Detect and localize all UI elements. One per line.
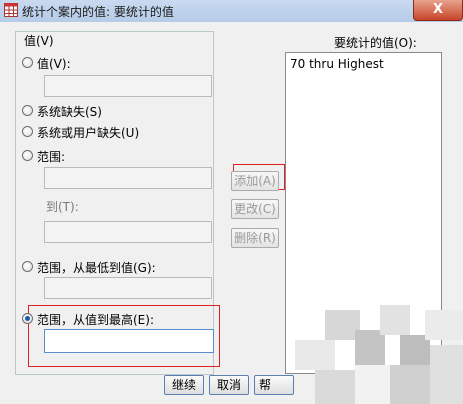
title-bar: 统计个案内的值: 要统计的值 X <box>0 0 463 23</box>
range-to-input[interactable] <box>44 221 212 243</box>
radio-range-lowest-label: 范围，从最低到值(G): <box>37 261 156 275</box>
radio-range-lowest[interactable] <box>22 261 33 272</box>
close-icon: X <box>432 2 444 17</box>
add-button[interactable]: 添加(A) <box>231 171 279 191</box>
change-button[interactable]: 更改(C) <box>231 199 279 219</box>
radio-range-highest[interactable] <box>22 313 33 324</box>
radio-value[interactable] <box>22 57 33 68</box>
radio-system-missing-label: 系统缺失(S) <box>37 105 102 119</box>
radio-system-or-user-missing-label: 系统或用户缺失(U) <box>37 126 140 140</box>
spss-table-icon <box>4 3 18 17</box>
values-list-title: 要统计的值(O): <box>334 36 417 50</box>
range-lowest-input[interactable] <box>44 277 212 299</box>
list-item[interactable]: 70 thru Highest <box>290 57 384 71</box>
close-button[interactable]: X <box>413 0 463 21</box>
range-to-label: 到(T): <box>46 200 79 214</box>
help-button[interactable]: 帮 <box>254 375 294 395</box>
range-highest-input[interactable] <box>44 329 214 353</box>
radio-range-highest-label: 范围，从值到最高(E): <box>37 313 154 327</box>
cancel-button[interactable]: 取消 <box>209 375 249 395</box>
window-title: 统计个案内的值: 要统计的值 <box>22 5 174 19</box>
radio-range-label: 范围: <box>37 150 66 164</box>
remove-button[interactable]: 删除(R) <box>231 228 279 248</box>
radio-value-label: 值(V): <box>37 57 71 71</box>
radio-system-or-user-missing[interactable] <box>22 126 33 137</box>
continue-button[interactable]: 继续 <box>164 375 204 395</box>
radio-range[interactable] <box>22 150 33 161</box>
radio-system-missing[interactable] <box>22 105 33 116</box>
obscured-watermark-area <box>295 300 463 404</box>
value-group-legend: 值(V) <box>22 32 56 49</box>
value-input[interactable] <box>44 75 212 97</box>
range-from-input[interactable] <box>44 167 212 189</box>
